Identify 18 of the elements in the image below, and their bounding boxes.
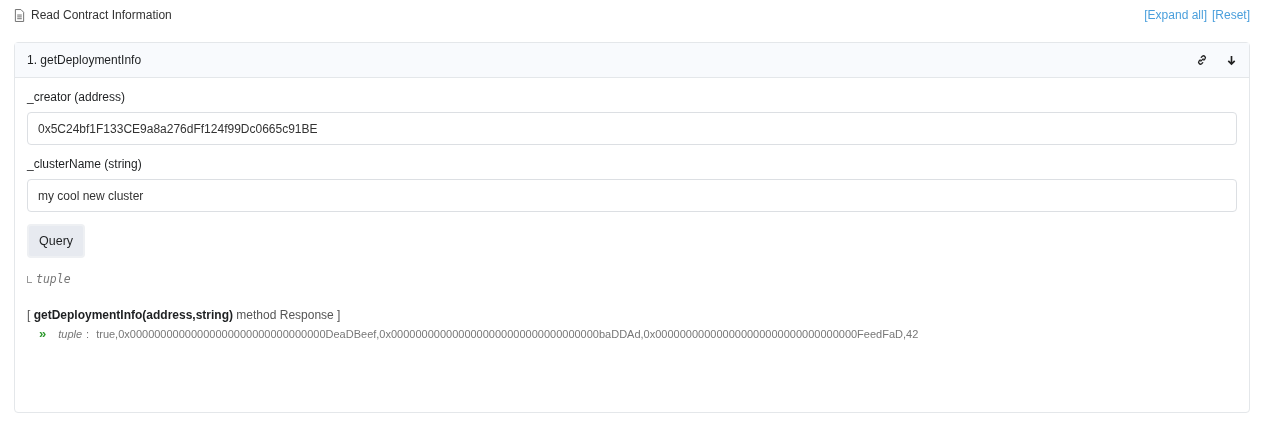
document-icon xyxy=(14,8,25,22)
input-field[interactable]: my cool new cluster xyxy=(27,179,1237,212)
response-heading: [ getDeploymentInfo(address,string) method Response ] xyxy=(27,308,342,322)
field-label: _creator (address) xyxy=(27,90,127,104)
method-title: 1. getDeploymentInfo xyxy=(27,53,142,67)
field-label: _clusterName (string) xyxy=(27,157,143,171)
response-value: true,0x00000000000000000000000000000000DeaDBeef,0x0000000000000000000000000000000000baDDAd,0x000000000000000000000000000000000FeedFaD,42 xyxy=(96,328,919,340)
section-title: Read Contract Information xyxy=(31,8,172,22)
arrow-down-icon[interactable] xyxy=(1226,54,1237,66)
output-type: tuple xyxy=(36,272,71,286)
chevron-mark: » xyxy=(39,326,47,341)
input-field[interactable]: 0x5C24bf1F133CE9a8a276dFf124f99Dc0665c91BE xyxy=(27,112,1237,145)
method-header[interactable]: 1. getDeploymentInfo xyxy=(15,43,1249,78)
link-icon[interactable] xyxy=(1196,54,1208,66)
response-name: tuple xyxy=(58,328,83,340)
corner-icon xyxy=(27,275,32,283)
response-separator: : xyxy=(86,328,90,340)
query-button[interactable]: Query xyxy=(27,224,86,258)
